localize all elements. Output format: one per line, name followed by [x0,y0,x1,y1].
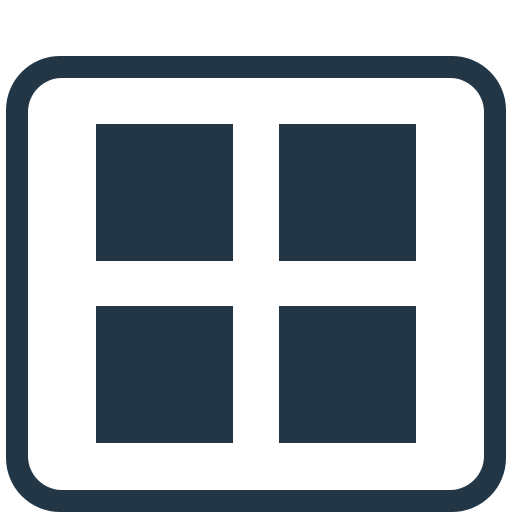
grid-tile-bottom-left [96,306,233,443]
grid-view-icon [6,56,506,512]
grid-tile-bottom-right [279,306,416,443]
grid-tile-top-right [279,124,416,261]
grid-tile-top-left [96,124,233,261]
icon-canvas [0,0,512,512]
